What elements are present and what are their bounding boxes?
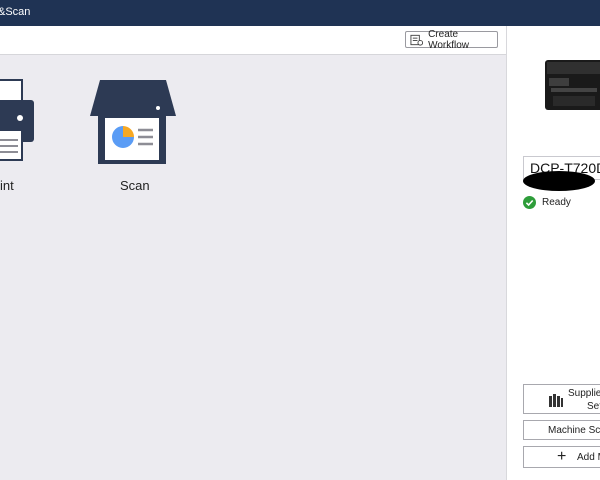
scan-tile[interactable]: Scan [88, 78, 178, 198]
add-machine-button[interactable]: + Add M [523, 446, 600, 468]
check-icon [523, 196, 536, 209]
redaction-mark [523, 171, 595, 191]
workflow-icon [410, 34, 424, 46]
workspace: Create Workflow int Scan [0, 26, 506, 480]
print-label: int [0, 178, 14, 193]
supplies-settings-button[interactable]: Supplies Set [523, 384, 600, 414]
add-machine-label: Add M [577, 452, 600, 463]
create-workflow-label: Create Workflow [428, 28, 470, 51]
create-workflow-button[interactable]: Create Workflow [405, 28, 498, 51]
machine-scan-settings-button[interactable]: Machine Scan [523, 420, 600, 440]
scanner-icon [90, 80, 176, 164]
plus-icon: + [557, 448, 567, 465]
supplies-label-line2: Set [587, 401, 600, 412]
print-tile[interactable]: int [0, 78, 60, 198]
scan-label: Scan [120, 178, 150, 193]
supplies-label-line1: Supplies [568, 388, 600, 399]
status-text: Ready [542, 197, 571, 208]
device-panel: DCP-T720DW Ready Supplies Set Machine Sc… [506, 26, 600, 480]
window-title: &Scan [0, 6, 31, 18]
title-bar: &Scan [0, 0, 600, 26]
printer-device-image [545, 60, 600, 110]
machine-scan-label: Machine Scan [548, 425, 600, 436]
ink-bottles-icon [549, 394, 563, 407]
toolbar: Create Workflow [0, 26, 506, 55]
printer-icon [0, 79, 34, 161]
device-status: Ready [523, 196, 571, 209]
